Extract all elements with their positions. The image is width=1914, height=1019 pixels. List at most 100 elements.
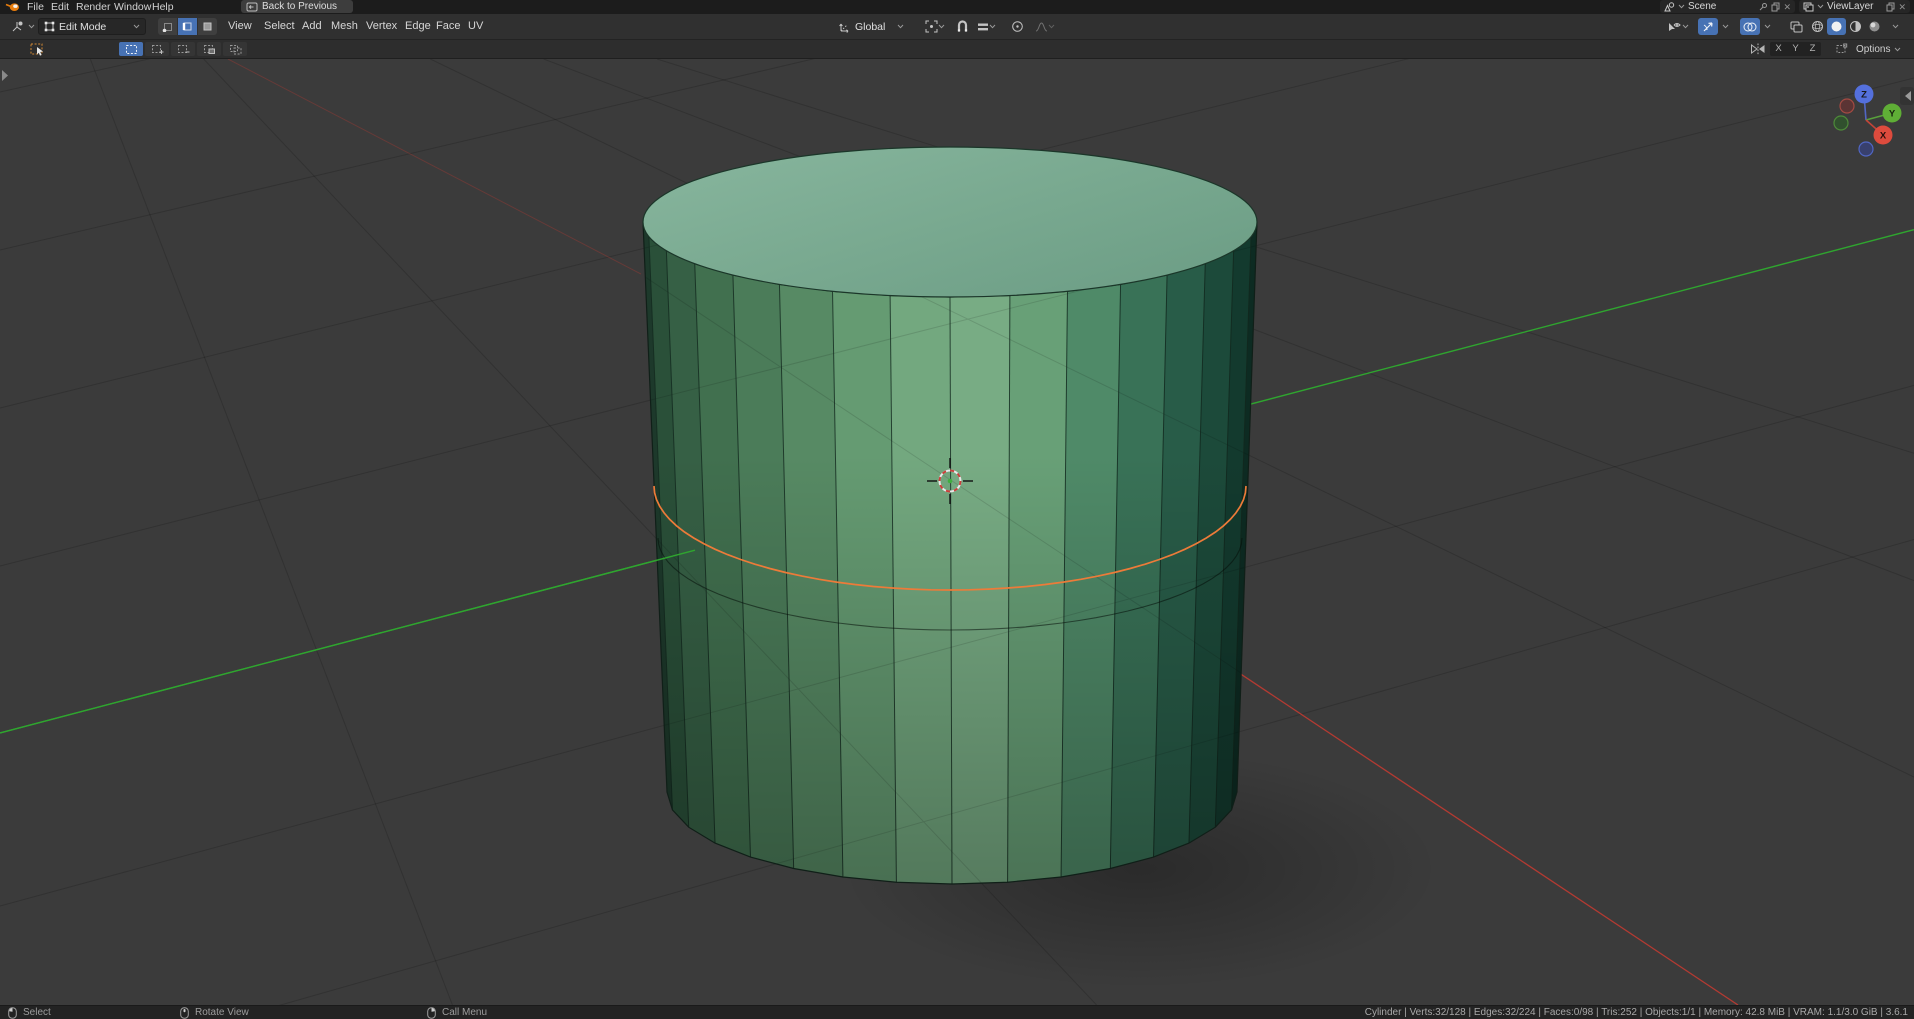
- menu-edge[interactable]: Edge: [405, 14, 431, 39]
- proportional-editing-button[interactable]: [1008, 18, 1026, 35]
- select-subtract-button[interactable]: [171, 42, 195, 56]
- solid-sphere-icon: [1831, 21, 1842, 32]
- blender-window: File Edit Render Window Help Back to Pre…: [0, 0, 1914, 1019]
- chevron-down-icon[interactable]: [1764, 24, 1771, 29]
- menu-view[interactable]: View: [228, 14, 252, 39]
- viewport-canvas[interactable]: Z Y X: [0, 59, 1914, 1005]
- view-layer-icon: [1803, 2, 1814, 11]
- chevron-down-icon[interactable]: [1892, 24, 1899, 29]
- select-mode-face-button[interactable]: [198, 18, 217, 35]
- menu-render[interactable]: Render: [76, 0, 110, 14]
- pivot-point-button[interactable]: [920, 18, 950, 35]
- gizmo-minus-y-ball[interactable]: [1833, 115, 1849, 131]
- viewport-header: Edit Mode View Select Add Mesh Vertex Ed…: [0, 14, 1914, 40]
- chevron-down-icon: [989, 24, 995, 29]
- gizmo-z-label: Z: [1861, 90, 1867, 101]
- menu-window[interactable]: Window: [114, 0, 151, 14]
- shading-mode-group: [1808, 18, 1884, 35]
- chevron-down-icon: [1678, 4, 1685, 9]
- gizmo-minus-z-ball[interactable]: [1858, 141, 1874, 157]
- select-invert-button[interactable]: [197, 42, 221, 56]
- back-to-previous-button[interactable]: Back to Previous: [241, 0, 353, 13]
- vertex-select-icon: [162, 23, 172, 32]
- scene-statistics: Cylinder | Verts:32/128 | Edges:32/224 |…: [1364, 1007, 1908, 1018]
- magnet-icon: [957, 20, 967, 32]
- shading-rendered-button[interactable]: [1865, 18, 1884, 35]
- show-gizmo-button[interactable]: [1698, 18, 1718, 35]
- cage-edit-icon[interactable]: [1835, 43, 1848, 55]
- new-layer-icon[interactable]: [1886, 2, 1895, 12]
- menu-face[interactable]: Face: [436, 14, 460, 39]
- hint-select: Select: [8, 1006, 51, 1019]
- chevron-down-icon: [1817, 4, 1824, 9]
- shading-material-button[interactable]: [1846, 18, 1865, 35]
- sidebar-flyout-tab[interactable]: [1900, 87, 1914, 105]
- menu-add[interactable]: Add: [302, 14, 322, 39]
- chevron-down-icon[interactable]: [1722, 24, 1729, 29]
- topbar: File Edit Render Window Help Back to Pre…: [0, 0, 1914, 14]
- shading-solid-button[interactable]: [1827, 18, 1846, 35]
- menu-help[interactable]: Help: [152, 0, 174, 14]
- edge-select-icon: [182, 22, 192, 31]
- wireframe-sphere-icon: [1812, 21, 1823, 32]
- mirror-y-toggle[interactable]: Y: [1787, 42, 1804, 56]
- snap-toggle-button[interactable]: [953, 18, 971, 35]
- chevron-down-icon: [28, 24, 35, 29]
- options-dropdown[interactable]: Options: [1856, 42, 1901, 56]
- mirror-x-toggle[interactable]: X: [1770, 42, 1787, 56]
- transform-orientation-selector[interactable]: Global: [832, 18, 910, 35]
- blender-logo-icon[interactable]: [5, 1, 21, 13]
- new-scene-icon[interactable]: [1771, 2, 1780, 12]
- select-subtract-icon: [177, 44, 189, 53]
- tool-settings-bar: X Y Z Options: [0, 40, 1914, 59]
- select-mode-edge-button[interactable]: [178, 18, 197, 35]
- view-layer-selector[interactable]: ViewLayer ✕: [1799, 0, 1910, 13]
- cylinder-top-face[interactable]: [642, 146, 1258, 298]
- mirror-icon: [1751, 43, 1765, 55]
- menu-uv[interactable]: UV: [468, 14, 483, 39]
- active-tool-tweak-button[interactable]: [27, 42, 49, 56]
- close-icon[interactable]: ✕: [1783, 2, 1791, 12]
- menu-mesh[interactable]: Mesh: [331, 14, 358, 39]
- select-mode-vertex-button[interactable]: [158, 18, 177, 35]
- editor-type-button[interactable]: [6, 18, 39, 35]
- menu-vertex[interactable]: Vertex: [366, 14, 397, 39]
- select-intersect-button[interactable]: [223, 42, 247, 56]
- view-layer-name: ViewLayer: [1827, 1, 1874, 12]
- snap-settings-button[interactable]: [972, 18, 1000, 35]
- select-set-button[interactable]: [119, 42, 143, 56]
- select-extend-button[interactable]: [145, 42, 169, 56]
- menu-file[interactable]: File: [27, 0, 44, 14]
- gizmo-y-label: Y: [1889, 109, 1896, 120]
- object-visibility-button[interactable]: [1662, 18, 1694, 35]
- chevron-down-icon: [897, 24, 904, 29]
- hint-call-menu-label: Call Menu: [442, 1007, 488, 1018]
- select-extend-icon: [151, 44, 163, 54]
- cylinder-shading: [643, 222, 1257, 884]
- proportional-falloff-button[interactable]: [1031, 18, 1059, 35]
- chevron-down-icon: [1682, 24, 1689, 29]
- chevron-down-icon: [938, 24, 945, 29]
- back-icon: [246, 2, 258, 11]
- show-overlays-button[interactable]: [1740, 18, 1760, 35]
- hint-call-menu: Call Menu: [427, 1006, 487, 1019]
- back-to-previous-label: Back to Previous: [262, 0, 338, 12]
- scene-selector[interactable]: Scene ✕: [1660, 0, 1795, 13]
- xray-toggle-button[interactable]: [1786, 18, 1806, 35]
- close-icon[interactable]: ✕: [1898, 2, 1906, 12]
- proportional-editing-icon: [1011, 21, 1023, 32]
- gizmo-minus-x-ball[interactable]: [1839, 98, 1855, 114]
- pivot-point-icon: [925, 20, 938, 33]
- editor-3d-viewport-icon: [12, 21, 23, 32]
- menu-edit[interactable]: Edit: [51, 0, 69, 14]
- viewport-3d[interactable]: Z Y X: [0, 59, 1914, 1005]
- mode-selector[interactable]: Edit Mode: [38, 18, 146, 35]
- mirror-z-toggle[interactable]: Z: [1804, 42, 1821, 56]
- orientation-icon: [839, 23, 849, 33]
- menu-select[interactable]: Select: [264, 14, 295, 39]
- falloff-curve-icon: [1035, 21, 1048, 31]
- pin-icon[interactable]: [1759, 2, 1768, 11]
- xray-icon: [1790, 21, 1802, 32]
- shading-wireframe-button[interactable]: [1808, 18, 1827, 35]
- select-intersect-icon: [229, 44, 241, 54]
